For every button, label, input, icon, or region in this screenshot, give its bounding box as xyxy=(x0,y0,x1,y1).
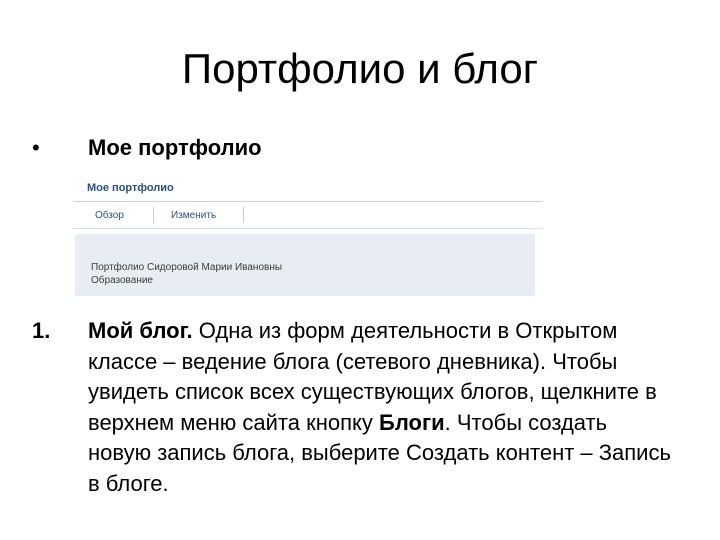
item-bold-blogs: Блоги xyxy=(379,409,445,435)
slide-title: Портфолио и блог xyxy=(181,45,539,92)
bullet-glyph: • xyxy=(32,135,40,160)
portfolio-owner: Портфолио Сидоровой Марии Ивановны xyxy=(91,262,283,273)
item-number: 1. xyxy=(32,318,51,343)
tab-separator xyxy=(243,207,244,223)
portfolio-heading: Мое портфолио xyxy=(87,182,174,194)
bullet-text: Мое портфолио xyxy=(88,135,262,160)
portfolio-tabs: Обзор Изменить xyxy=(73,204,543,226)
bullet-item: • Мое портфолио xyxy=(32,135,262,161)
tab-overview[interactable]: Обзор xyxy=(95,210,124,221)
divider xyxy=(73,228,543,229)
item-lead: Мой блог. xyxy=(88,318,193,343)
tab-edit[interactable]: Изменить xyxy=(171,210,216,221)
numbered-item: 1. Мой блог. Одна из форм деятельности в… xyxy=(32,316,692,499)
portfolio-screenshot: Мое портфолио Обзор Изменить Портфолио С… xyxy=(73,178,543,296)
divider xyxy=(73,201,543,202)
portfolio-panel: Портфолио Сидоровой Марии Ивановны Образ… xyxy=(75,234,535,296)
portfolio-section: Образование xyxy=(91,275,153,286)
tab-separator xyxy=(153,207,154,223)
item-body: Мой блог. Одна из форм деятельности в От… xyxy=(88,316,673,499)
